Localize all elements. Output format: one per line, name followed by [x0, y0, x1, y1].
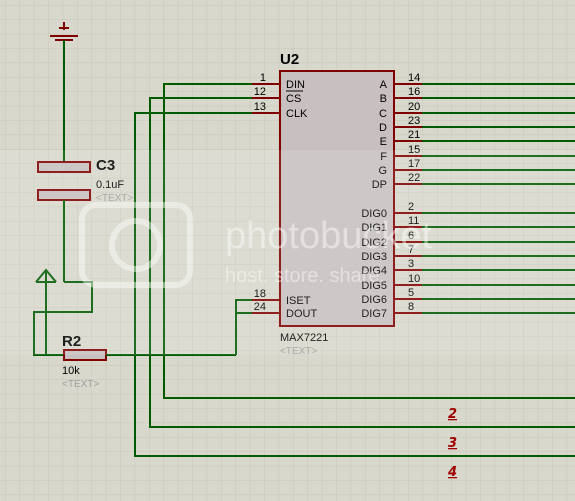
pin-name-cs: CS	[286, 93, 301, 105]
pin-number-21: 21	[408, 129, 420, 141]
watermark-line2: host. store. share.	[225, 265, 385, 287]
r2-text-placeholder: <TEXT>	[62, 379, 99, 390]
pin-name-e: E	[380, 136, 387, 148]
pin-number-14: 14	[408, 72, 420, 84]
schematic-canvas[interactable]: C3 0.1uF <TEXT> R2 10k <TEXT> 2 3 4 U2 M…	[0, 0, 575, 501]
pin-number-12: 12	[254, 86, 266, 98]
pin-name-clk: CLK	[286, 108, 308, 120]
pin-number-1: 1	[260, 72, 266, 84]
bus-label-3: 3	[448, 436, 457, 451]
u2-ref: U2	[280, 51, 299, 68]
pin-name-d: D	[379, 122, 387, 134]
pin-name-c: C	[379, 108, 387, 120]
pin-number-16: 16	[408, 86, 420, 98]
pin-number-13: 13	[254, 101, 266, 113]
pin-name-din: DIN	[286, 79, 305, 91]
pin-number-23: 23	[408, 115, 420, 127]
watermark-line1: photobucket	[225, 215, 432, 257]
pin-name-b: B	[380, 93, 387, 105]
pin-number-20: 20	[408, 101, 420, 113]
bus-label-2: 2	[448, 407, 457, 422]
r2-value: 10k	[62, 365, 80, 377]
pin-name-a: A	[380, 79, 388, 91]
bus-label-4: 4	[447, 465, 457, 480]
